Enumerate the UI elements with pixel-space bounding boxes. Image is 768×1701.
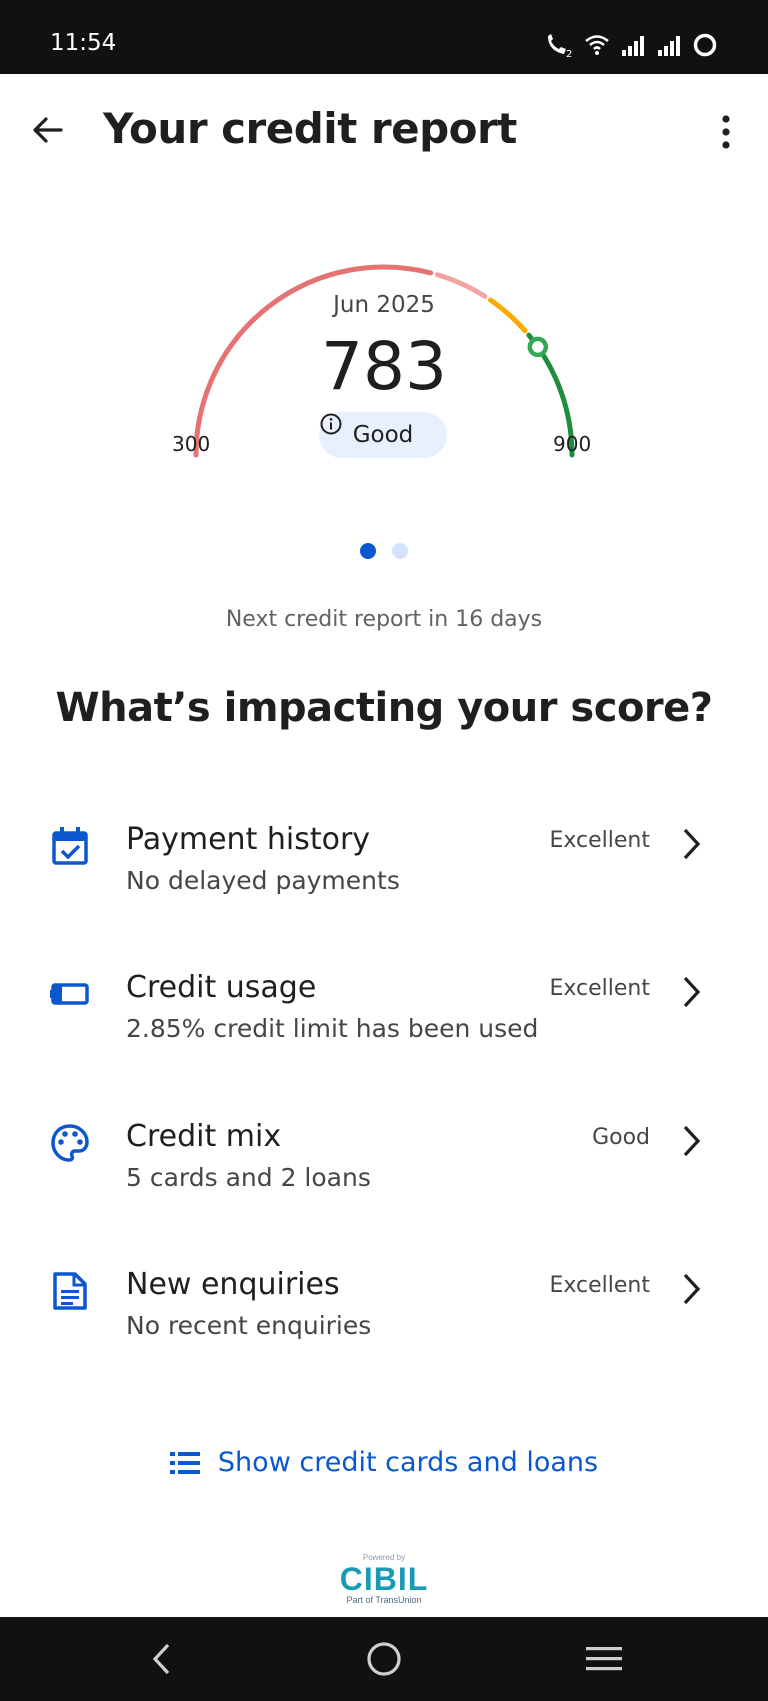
pager-dot[interactable] bbox=[392, 543, 408, 559]
factor-title: Payment history bbox=[126, 822, 371, 857]
calendar-check-icon bbox=[50, 826, 90, 866]
gauge-min-label: 300 bbox=[172, 432, 211, 456]
nav-recents-button[interactable] bbox=[574, 1635, 634, 1683]
factor-title: Credit usage bbox=[126, 970, 317, 1005]
factor-credit-usage[interactable]: Credit usage 2.85% credit limit has been… bbox=[0, 966, 768, 1086]
battery-ring-icon bbox=[693, 33, 717, 57]
system-nav-bar bbox=[0, 1617, 768, 1701]
nav-back-button[interactable] bbox=[132, 1635, 192, 1683]
status-bar: 11:54 2 bbox=[0, 0, 768, 74]
show-credit-cards-label: Show credit cards and loans bbox=[217, 1447, 599, 1478]
credit-score-gauge[interactable]: Jun 2025 783 Good 300 900 bbox=[0, 200, 768, 480]
factor-title: Credit mix bbox=[126, 1119, 282, 1154]
more-vert-icon bbox=[722, 115, 730, 149]
credit-score-value: 783 bbox=[321, 328, 447, 405]
factor-rating: Excellent bbox=[549, 1273, 651, 1298]
factor-rating: Good bbox=[592, 1125, 650, 1150]
cibil-brand: CIBIL bbox=[339, 1561, 429, 1597]
palette-icon bbox=[50, 1123, 90, 1163]
more-options-button[interactable] bbox=[706, 106, 746, 158]
signal-icon-1 bbox=[622, 36, 644, 56]
chevron-right-icon bbox=[674, 1119, 710, 1163]
factor-new-enquiries[interactable]: New enquiries No recent enquiries Excell… bbox=[0, 1263, 768, 1383]
arrow-back-icon bbox=[33, 117, 63, 143]
factor-subtitle: 5 cards and 2 loans bbox=[126, 1163, 371, 1192]
carousel-pager bbox=[0, 543, 768, 559]
status-icons: 2 bbox=[544, 32, 718, 58]
factor-credit-mix[interactable]: Credit mix 5 cards and 2 loans Good bbox=[0, 1115, 768, 1235]
nav-back-icon bbox=[152, 1643, 170, 1675]
info-icon bbox=[320, 413, 342, 435]
factor-title: New enquiries bbox=[126, 1267, 340, 1302]
wifi-icon bbox=[585, 35, 609, 55]
part-of-text: Part of TransUnion bbox=[346, 1595, 422, 1605]
status-time: 11:54 bbox=[50, 30, 117, 56]
app-bar: Your credit report bbox=[0, 74, 768, 184]
back-button[interactable] bbox=[22, 104, 74, 156]
signal-icon-2 bbox=[658, 36, 680, 56]
nav-home-icon bbox=[367, 1642, 401, 1676]
gauge-month: Jun 2025 bbox=[333, 292, 435, 318]
chevron-right-icon bbox=[674, 822, 710, 866]
gauge-max-label: 900 bbox=[553, 432, 592, 456]
nav-home-button[interactable] bbox=[354, 1635, 414, 1683]
nav-menu-icon bbox=[586, 1647, 622, 1671]
page-title: Your credit report bbox=[103, 104, 517, 153]
next-report-text: Next credit report in 16 days bbox=[225, 607, 543, 632]
factor-subtitle: No delayed payments bbox=[126, 866, 400, 895]
show-credit-cards-button[interactable]: Show credit cards and loans bbox=[0, 1447, 768, 1478]
cibil-logo: Powered by CIBIL Part of TransUnion bbox=[0, 1553, 768, 1606]
factor-rating: Excellent bbox=[549, 828, 651, 853]
score-rating-badge[interactable]: Good bbox=[319, 412, 447, 458]
credit-usage-icon bbox=[50, 974, 90, 1014]
list-icon bbox=[169, 1451, 200, 1474]
pager-dot-active[interactable] bbox=[360, 543, 376, 559]
document-icon bbox=[50, 1271, 90, 1311]
svg-text:2: 2 bbox=[566, 49, 572, 58]
score-rating-label: Good bbox=[352, 422, 414, 448]
chevron-right-icon bbox=[674, 970, 710, 1014]
chevron-right-icon bbox=[674, 1267, 710, 1311]
factor-rating: Excellent bbox=[549, 976, 651, 1001]
factor-subtitle: No recent enquiries bbox=[126, 1311, 372, 1340]
factor-subtitle: 2.85% credit limit has been used bbox=[126, 1014, 539, 1043]
call-icon: 2 bbox=[548, 34, 572, 58]
factor-payment-history[interactable]: Payment history No delayed payments Exce… bbox=[0, 818, 768, 938]
section-heading: What’s impacting your score? bbox=[55, 685, 713, 731]
